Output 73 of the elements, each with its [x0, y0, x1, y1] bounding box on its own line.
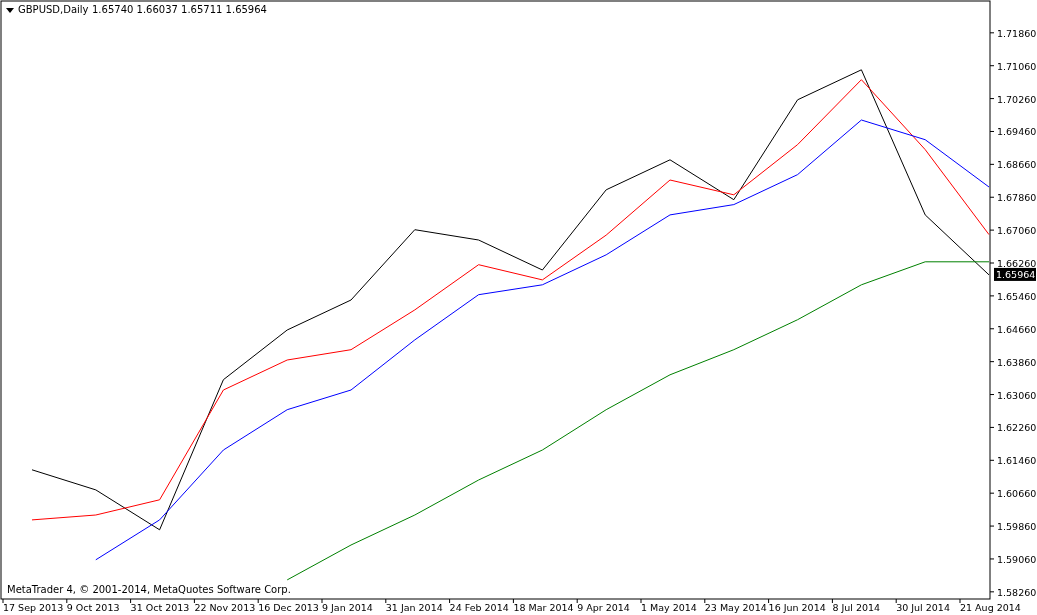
y-tick: 1.71060: [989, 60, 1037, 72]
x-tick-label: 31 Oct 2013: [130, 602, 190, 613]
y-tick: 1.63060: [989, 389, 1037, 401]
y-tick-label: 1.68660: [997, 159, 1037, 171]
y-tick-label: 1.69460: [997, 126, 1037, 138]
symbol-label: GBPUSD,Daily: [18, 4, 89, 15]
x-tick: 22 Nov 2013: [193, 598, 256, 613]
y-tick: 1.71860: [989, 27, 1037, 39]
x-tick-label: 16 Jun 2014: [768, 602, 826, 613]
x-tick-label: 21 Aug 2014: [960, 602, 1021, 613]
x-tick: 31 Jan 2014: [385, 598, 443, 613]
x-tick: 9 Jan 2014: [321, 598, 373, 613]
x-tick: 21 Aug 2014: [959, 598, 1021, 613]
y-tick-label: 1.71860: [997, 27, 1037, 39]
y-tick: 1.62260: [989, 422, 1037, 434]
y-tick: 1.63860: [989, 356, 1037, 368]
x-tick-label: 1 May 2014: [641, 602, 697, 613]
x-tick-label: 24 Feb 2014: [449, 602, 509, 613]
x-tick: 9 Oct 2013: [66, 598, 120, 613]
y-tick: 1.68660: [989, 159, 1037, 171]
x-tick: 8 Jul 2014: [831, 598, 881, 613]
x-tick: 16 Jun 2014: [768, 598, 826, 613]
x-tick-label: 18 Mar 2014: [513, 602, 574, 613]
x-tick-label: 22 Nov 2013: [194, 602, 256, 613]
y-tick: 1.59860: [989, 521, 1037, 533]
y-tick-label: 1.67860: [997, 192, 1037, 204]
x-tick: 18 Mar 2014: [512, 598, 574, 613]
ohlc-values: 1.65740 1.66037 1.65711 1.65964: [92, 4, 267, 15]
x-tick-label: 8 Jul 2014: [832, 602, 881, 613]
y-tick: 1.59060: [989, 553, 1037, 565]
y-tick-label: 1.70260: [997, 93, 1037, 105]
x-tick: 24 Feb 2014: [449, 598, 509, 613]
y-tick: 1.66260: [989, 258, 1037, 269]
x-tick: 31 Oct 2013: [130, 598, 190, 613]
y-tick-label: 1.58260: [997, 586, 1037, 598]
y-tick: 1.69460: [989, 126, 1037, 138]
x-tick: 1 May 2014: [640, 598, 697, 613]
y-tick: 1.67860: [989, 192, 1037, 204]
y-tick-label: 1.67060: [997, 225, 1037, 237]
y-tick-label: 1.63060: [997, 389, 1037, 401]
y-tick: 1.58260: [989, 586, 1037, 598]
x-tick-label: 9 Oct 2013: [66, 602, 120, 613]
y-tick-label: 1.71060: [997, 60, 1037, 72]
y-tick: 1.65460: [989, 290, 1037, 302]
y-tick-label: 1.60660: [997, 488, 1037, 500]
x-tick-label: 23 May 2014: [704, 602, 767, 613]
y-tick-label: 1.64660: [997, 323, 1037, 335]
x-tick: 17 Sep 2013: [2, 598, 64, 613]
y-tick-label: 1.65460: [997, 290, 1037, 302]
y-tick: 1.61460: [989, 455, 1037, 467]
x-tick-label: 9 Apr 2014: [577, 602, 630, 613]
x-tick-label: 9 Jan 2014: [322, 602, 373, 613]
y-tick-label: 1.66260: [997, 258, 1037, 270]
x-tick: 30 Jul 2014: [895, 598, 950, 613]
x-tick-label: 30 Jul 2014: [896, 602, 950, 613]
y-tick: 1.67060: [989, 225, 1037, 237]
x-tick: 9 Apr 2014: [576, 598, 630, 613]
y-tick-label: 1.59060: [997, 553, 1037, 565]
x-tick: 23 May 2014: [704, 598, 767, 613]
y-tick-label: 1.59860: [997, 521, 1037, 533]
current-price-label: 1.65964: [994, 267, 1036, 281]
y-tick-label: 1.62260: [997, 422, 1037, 434]
y-tick: 1.70260: [989, 93, 1037, 105]
x-tick: 16 Dec 2013: [257, 598, 319, 613]
triangle-icon[interactable]: [6, 8, 14, 13]
y-tick: 1.64660: [989, 323, 1037, 335]
copyright-text: MetaTrader 4, © 2001-2014, MetaQuotes Software Corp.: [7, 584, 291, 595]
x-tick-label: 16 Dec 2013: [258, 602, 319, 613]
y-tick: 1.60660: [989, 488, 1037, 500]
y-tick-label: 1.63860: [997, 356, 1037, 368]
x-tick-label: 31 Jan 2014: [385, 602, 443, 613]
y-tick-label: 1.61460: [997, 455, 1037, 467]
x-tick-label: 17 Sep 2013: [3, 602, 64, 613]
